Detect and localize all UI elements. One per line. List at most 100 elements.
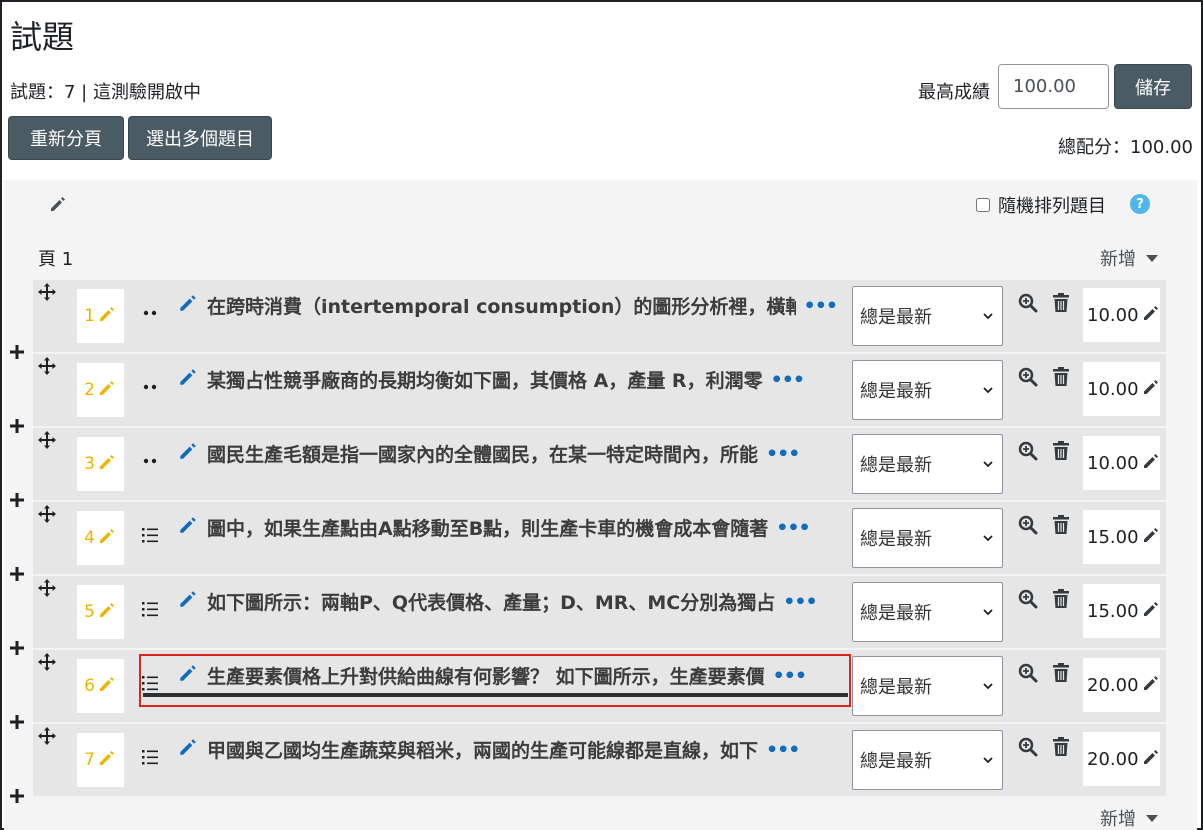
- slot-number[interactable]: 4: [77, 511, 124, 565]
- add-page-break-plus-icon[interactable]: [8, 562, 26, 588]
- slot-number[interactable]: 1: [77, 289, 124, 343]
- mark-box[interactable]: 20.00: [1083, 732, 1160, 786]
- question-link[interactable]: 甲國與乙國均生產蔬菜與稻米，兩國的生產可能線都是直線，如下 •••: [177, 736, 837, 763]
- edit-mark-pencil-icon[interactable]: [1141, 525, 1161, 550]
- version-select[interactable]: 總是最新: [852, 434, 1003, 494]
- edit-mark-pencil-icon[interactable]: [1141, 673, 1161, 698]
- preview-zoom-icon[interactable]: [1017, 662, 1039, 684]
- version-select[interactable]: 總是最新: [852, 286, 1003, 346]
- edit-number-pencil-icon[interactable]: [97, 600, 117, 625]
- edit-number-pencil-icon[interactable]: [97, 378, 117, 403]
- edit-number-pencil-icon[interactable]: [97, 674, 117, 699]
- max-grade-label: 最高成績: [918, 82, 990, 103]
- question-link[interactable]: 如下圖所示：兩軸P、Q代表價格、產量；D、MR、MC分別為獨占 •••: [177, 588, 837, 615]
- edit-question-pencil-icon[interactable]: [177, 440, 199, 467]
- delete-trash-icon[interactable]: [1051, 736, 1071, 758]
- edit-number-pencil-icon[interactable]: [97, 748, 117, 773]
- move-icon[interactable]: [37, 726, 57, 746]
- edit-mark-pencil-icon[interactable]: [1141, 747, 1161, 772]
- slot-number[interactable]: 7: [77, 733, 124, 787]
- version-select-value: 總是最新: [860, 455, 932, 476]
- edit-number-pencil-icon[interactable]: [97, 526, 117, 551]
- slot-number[interactable]: 5: [77, 585, 124, 639]
- version-select[interactable]: 總是最新: [852, 360, 1003, 420]
- question-link[interactable]: 圖中，如果生產點由A點移動至B點，則生產卡車的機會成本會隨著 •••: [177, 514, 837, 541]
- mark-value: 10.00: [1087, 452, 1139, 474]
- add-page-break-plus-icon[interactable]: [8, 710, 26, 736]
- version-select[interactable]: 總是最新: [852, 508, 1003, 568]
- preview-zoom-icon[interactable]: [1017, 292, 1039, 314]
- question-slot: 5 如下圖所示：兩軸P、Q代表價格、產量；D、MR、MC分別為獨占 ••• 總是最新 1…: [33, 576, 1166, 648]
- move-icon[interactable]: [37, 504, 57, 524]
- help-icon[interactable]: ?: [1130, 194, 1150, 214]
- question-slot: 1 在跨時消費（intertemporal consumption）的圖形分析裡，…: [33, 280, 1166, 352]
- preview-zoom-icon[interactable]: [1017, 366, 1039, 388]
- add-page-break-plus-icon[interactable]: [8, 636, 26, 662]
- edit-question-pencil-icon[interactable]: [177, 736, 199, 763]
- question-text: 國民生產毛額是指一國家內的全體國民，在某一特定時間內，所能: [207, 444, 759, 466]
- edit-mark-pencil-icon[interactable]: [1141, 599, 1161, 624]
- slot-number[interactable]: 6: [77, 659, 124, 713]
- shuffle-control[interactable]: 隨機排列題目: [976, 192, 1106, 218]
- preview-zoom-icon[interactable]: [1017, 736, 1039, 758]
- multichoice-list-icon: [139, 524, 161, 546]
- question-text: 如下圖所示：兩軸P、Q代表價格、產量；D、MR、MC分別為獨占: [207, 592, 776, 614]
- preview-zoom-icon[interactable]: [1017, 440, 1039, 462]
- dots-question-type-icon: [139, 376, 161, 398]
- delete-trash-icon[interactable]: [1051, 440, 1071, 462]
- slot-number[interactable]: 2: [77, 363, 124, 417]
- slot-number[interactable]: 3: [77, 437, 124, 491]
- question-link[interactable]: 國民生產毛額是指一國家內的全體國民，在某一特定時間內，所能 •••: [177, 440, 837, 467]
- mark-box[interactable]: 20.00: [1083, 658, 1160, 712]
- delete-trash-icon[interactable]: [1051, 366, 1071, 388]
- version-select[interactable]: 總是最新: [852, 582, 1003, 642]
- mark-box[interactable]: 15.00: [1083, 584, 1160, 638]
- edit-number-pencil-icon[interactable]: [97, 304, 117, 329]
- delete-trash-icon[interactable]: [1051, 588, 1071, 610]
- edit-mark-pencil-icon[interactable]: [1141, 451, 1161, 476]
- repaginate-button[interactable]: 重新分頁: [8, 116, 124, 160]
- preview-zoom-icon[interactable]: [1017, 514, 1039, 536]
- add-page-break-plus-icon[interactable]: [8, 414, 26, 440]
- mark-box[interactable]: 10.00: [1083, 288, 1160, 342]
- save-button[interactable]: 儲存: [1114, 64, 1192, 109]
- edit-question-pencil-icon[interactable]: [177, 514, 199, 541]
- chevron-down-icon: [982, 602, 994, 623]
- delete-trash-icon[interactable]: [1051, 662, 1071, 684]
- mark-box[interactable]: 15.00: [1083, 510, 1160, 564]
- move-icon[interactable]: [37, 578, 57, 598]
- slot-number-label: 1: [84, 306, 95, 326]
- question-link[interactable]: 某獨占性競爭廠商的長期均衡如下圖，其價格 A，產量 R，利潤零 •••: [177, 366, 837, 393]
- ellipsis-icon: •••: [766, 442, 800, 465]
- add-menu-top[interactable]: 新增: [1100, 245, 1158, 271]
- mark-box[interactable]: 10.00: [1083, 436, 1160, 490]
- add-page-break-plus-icon[interactable]: [8, 784, 26, 810]
- delete-trash-icon[interactable]: [1051, 292, 1071, 314]
- move-icon[interactable]: [37, 282, 57, 302]
- question-slot: 2 某獨占性競爭廠商的長期均衡如下圖，其價格 A，產量 R，利潤零 ••• 總是最新 1…: [33, 354, 1166, 426]
- edit-number-pencil-icon[interactable]: [97, 452, 117, 477]
- add-page-break-plus-icon[interactable]: [8, 340, 26, 366]
- version-select[interactable]: 總是最新: [852, 656, 1003, 716]
- add-menu-bottom[interactable]: 新增: [1100, 805, 1158, 830]
- edit-question-pencil-icon[interactable]: [177, 588, 199, 615]
- version-select[interactable]: 總是最新: [852, 730, 1003, 790]
- question-link[interactable]: 在跨時消費（intertemporal consumption）的圖形分析裡，橫…: [177, 292, 837, 319]
- mark-box[interactable]: 10.00: [1083, 362, 1160, 416]
- total-marks: 總配分：100.00: [1058, 137, 1193, 158]
- edit-question-pencil-icon[interactable]: [177, 292, 199, 319]
- move-icon[interactable]: [37, 356, 57, 376]
- select-multiple-button[interactable]: 選出多個題目: [128, 116, 272, 160]
- edit-question-pencil-icon[interactable]: [177, 366, 199, 393]
- edit-section-pencil-icon[interactable]: [48, 194, 68, 214]
- edit-mark-pencil-icon[interactable]: [1141, 377, 1161, 402]
- add-page-break-plus-icon[interactable]: [8, 488, 26, 514]
- move-icon[interactable]: [37, 430, 57, 450]
- shuffle-checkbox[interactable]: [976, 198, 990, 212]
- edit-mark-pencil-icon[interactable]: [1141, 303, 1161, 328]
- delete-trash-icon[interactable]: [1051, 514, 1071, 536]
- move-icon[interactable]: [37, 652, 57, 672]
- preview-zoom-icon[interactable]: [1017, 588, 1039, 610]
- slot-number-label: 5: [84, 602, 95, 622]
- max-grade-input[interactable]: [998, 64, 1109, 109]
